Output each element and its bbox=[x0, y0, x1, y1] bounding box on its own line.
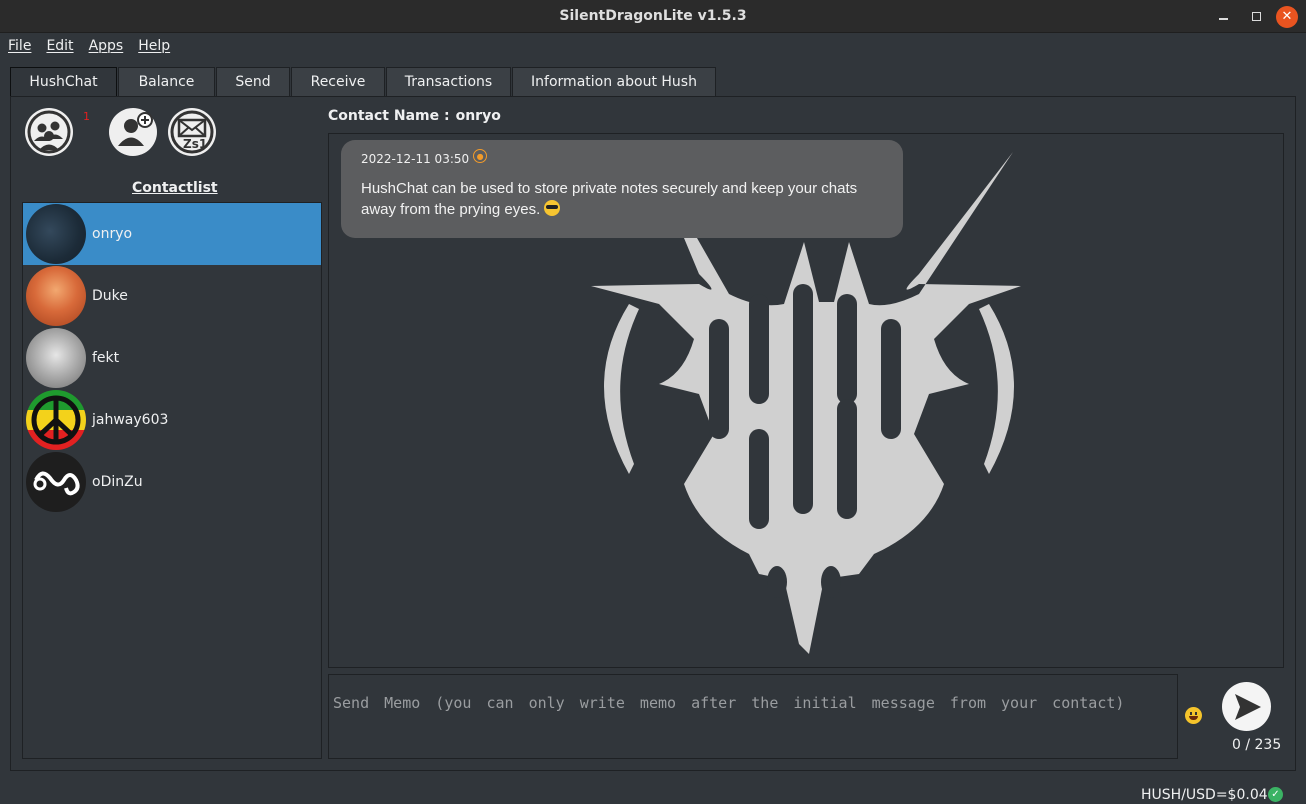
contact-name: oDinZu bbox=[92, 474, 143, 490]
add-contact-icon bbox=[118, 112, 153, 146]
contactlist-title: Contactlist bbox=[132, 180, 218, 196]
sunglasses-emoji-icon bbox=[544, 200, 561, 216]
minimize-icon bbox=[1218, 17, 1228, 20]
maximize-button[interactable] bbox=[1241, 0, 1271, 33]
title-bar: SilentDragonLite v1.5.3 ✕ bbox=[0, 0, 1306, 33]
menu-help[interactable]: Help bbox=[138, 38, 170, 54]
zaddr-message-button[interactable]: Zs1 bbox=[168, 108, 216, 156]
tab-receive[interactable]: Receive bbox=[291, 67, 385, 96]
requests-badge: 1 bbox=[83, 110, 90, 123]
tab-send[interactable]: Send bbox=[216, 67, 290, 96]
contact-name-value: onryo bbox=[455, 108, 501, 124]
tab-bar: HushChat Balance Send Receive Transactio… bbox=[10, 67, 717, 97]
contact-name: onryo bbox=[92, 226, 133, 242]
contact-list: onryo Duke fekt jahway603 oDinZu bbox=[22, 202, 322, 759]
contact-name: fekt bbox=[92, 350, 120, 366]
contact-name-label: Contact Name : bbox=[328, 108, 450, 124]
contact-item-onryo[interactable]: onryo bbox=[23, 203, 321, 265]
avatar bbox=[26, 266, 86, 326]
memo-char-counter: 0 / 235 bbox=[1232, 737, 1282, 753]
avatar bbox=[26, 390, 86, 450]
contact-item-odinzu[interactable]: oDinZu bbox=[23, 451, 321, 513]
peace-flag-icon bbox=[26, 390, 86, 450]
tab-transactions[interactable]: Transactions bbox=[386, 67, 511, 96]
send-button[interactable] bbox=[1222, 682, 1271, 731]
price-status: HUSH/USD=$0.04 bbox=[1141, 787, 1268, 803]
lock-icon: ● bbox=[473, 149, 488, 163]
memo-input[interactable]: Send Memo (you can only write memo after… bbox=[328, 674, 1178, 759]
window-title: SilentDragonLite v1.5.3 bbox=[559, 8, 747, 24]
menu-apps[interactable]: Apps bbox=[89, 38, 124, 54]
avatar bbox=[26, 328, 86, 388]
contact-name: Duke bbox=[92, 288, 128, 304]
send-arrow-icon bbox=[1234, 693, 1261, 720]
memo-placeholder: Send Memo (you can only write memo after… bbox=[333, 694, 1125, 712]
close-button[interactable]: ✕ bbox=[1272, 0, 1302, 33]
add-contact-button[interactable] bbox=[109, 108, 157, 156]
zs1-mail-icon: Zs1 bbox=[170, 110, 214, 154]
avatar bbox=[26, 204, 86, 264]
contact-name: jahway603 bbox=[92, 412, 169, 428]
swirl-logo-icon bbox=[33, 471, 80, 496]
connection-ok-icon: ✓ bbox=[1268, 787, 1283, 802]
tab-information[interactable]: Information about Hush bbox=[512, 67, 716, 96]
avatar bbox=[26, 452, 86, 512]
tab-balance[interactable]: Balance bbox=[118, 67, 215, 96]
message-text: HushChat can be used to store private no… bbox=[361, 178, 883, 220]
contact-item-fekt[interactable]: fekt bbox=[23, 327, 321, 389]
menu-bar: File Edit Apps Help bbox=[0, 34, 1306, 58]
contact-item-jahway603[interactable]: jahway603 bbox=[23, 389, 321, 451]
contact-requests-icon bbox=[27, 110, 71, 154]
contact-requests-button[interactable] bbox=[25, 108, 73, 156]
message-bubble: 2022-12-11 03:50 ● HushChat can be used … bbox=[341, 140, 903, 238]
minimize-button[interactable] bbox=[1208, 0, 1238, 33]
contact-item-duke[interactable]: Duke bbox=[23, 265, 321, 327]
maximize-icon bbox=[1251, 12, 1261, 21]
message-body: HushChat can be used to store private no… bbox=[361, 180, 858, 218]
chat-view[interactable]: 2022-12-11 03:50 ● HushChat can be used … bbox=[328, 133, 1284, 668]
menu-edit[interactable]: Edit bbox=[46, 38, 73, 54]
tab-hushchat[interactable]: HushChat bbox=[10, 67, 117, 97]
menu-file[interactable]: File bbox=[8, 38, 31, 54]
contact-header: Contact Name : onryo bbox=[328, 108, 501, 124]
svg-text:Zs1: Zs1 bbox=[183, 137, 207, 151]
timestamp-text: 2022-12-11 03:50 bbox=[361, 152, 470, 166]
emoji-picker-icon[interactable] bbox=[1185, 707, 1202, 724]
close-icon: ✕ bbox=[1276, 5, 1298, 28]
message-timestamp: 2022-12-11 03:50 ● bbox=[361, 149, 883, 166]
